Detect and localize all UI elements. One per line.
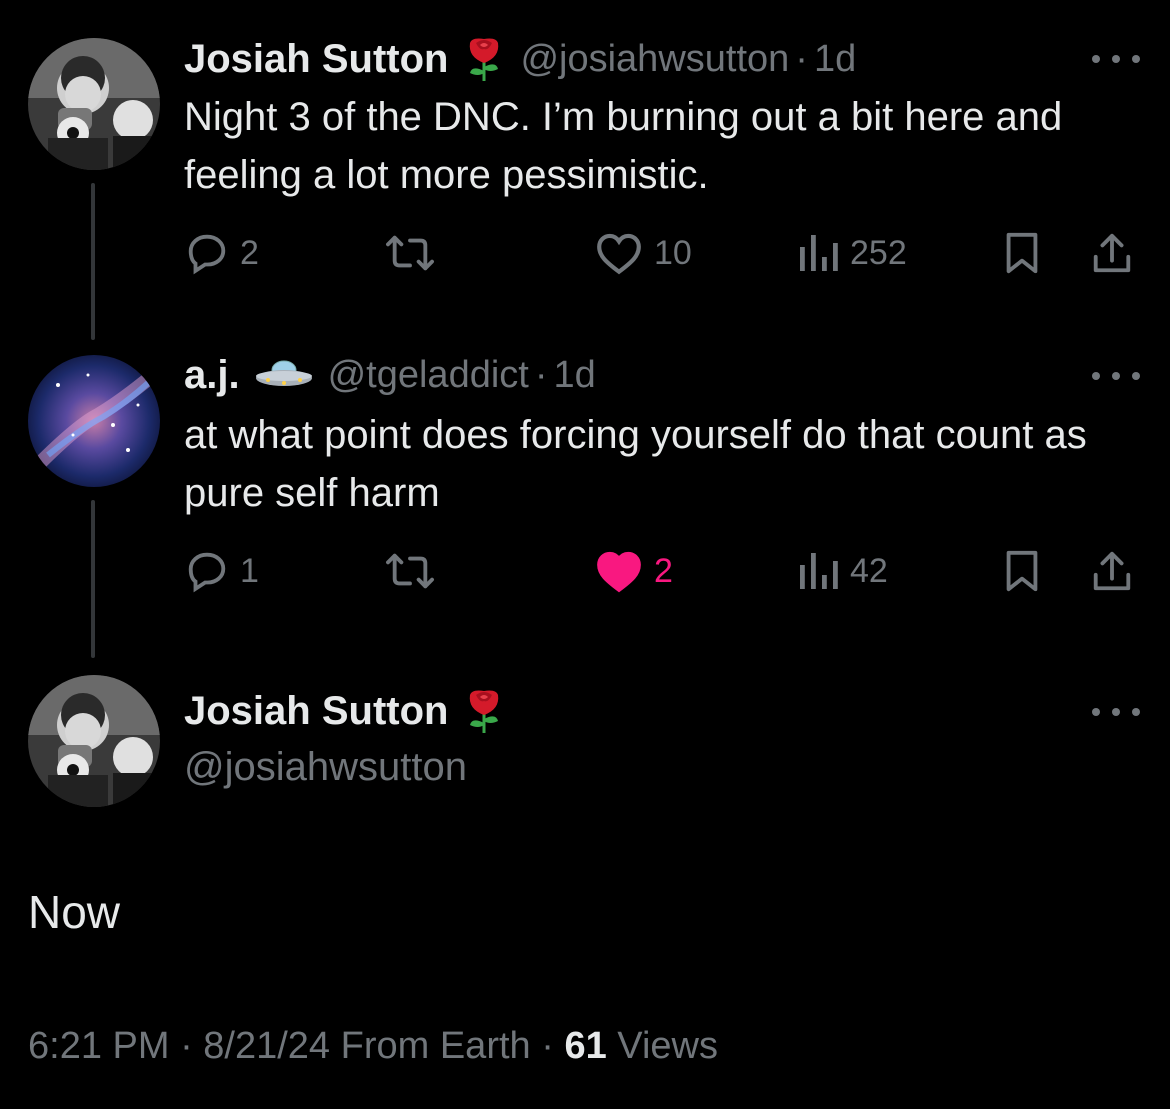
- retweet-button[interactable]: [384, 228, 446, 278]
- avatar[interactable]: [28, 38, 160, 170]
- bookmark-icon: [1006, 232, 1038, 274]
- retweet-button[interactable]: [384, 546, 446, 596]
- tweet-header: Josiah Sutton @josiahwsutton · 1d: [184, 34, 856, 84]
- views-icon: [800, 553, 838, 589]
- like-count: 10: [654, 233, 692, 272]
- more-options-icon[interactable]: [1092, 369, 1140, 383]
- heart-filled-icon: [597, 551, 641, 593]
- reply-count: 1: [240, 551, 259, 590]
- reply-button[interactable]: 2: [184, 228, 259, 278]
- tweet-actions: 2 10 252: [184, 228, 1144, 278]
- avatar[interactable]: [28, 675, 160, 807]
- thread-line: [91, 500, 95, 658]
- retweet-icon: [386, 553, 434, 589]
- reply-icon: [188, 234, 226, 275]
- tweet-time[interactable]: 1d: [814, 38, 856, 81]
- like-button[interactable]: 2: [594, 546, 673, 596]
- share-icon: [1093, 551, 1131, 591]
- views-label: Views: [617, 1025, 718, 1067]
- tweet-actions: 1 2 42: [184, 546, 1144, 596]
- more-options-icon[interactable]: [1092, 52, 1140, 66]
- bookmark-icon: [1006, 550, 1038, 592]
- reply-count: 2: [240, 233, 259, 272]
- separator: ·: [795, 37, 808, 80]
- handle[interactable]: @josiahwsutton: [184, 745, 467, 790]
- tweet-text: Now: [28, 886, 121, 938]
- reply-button[interactable]: 1: [184, 546, 259, 596]
- tweet-text: at what point does forcing yourself do t…: [184, 413, 1087, 515]
- views-count: 252: [850, 233, 907, 272]
- ufo-icon: [254, 358, 314, 392]
- thread-line: [91, 183, 95, 340]
- rose-icon: [462, 687, 506, 735]
- like-button[interactable]: 10: [594, 228, 692, 278]
- like-count: 2: [654, 551, 673, 590]
- reply-icon: [188, 552, 226, 593]
- tweet-time[interactable]: 1d: [554, 354, 596, 397]
- tweet-text: Night 3 of the DNC. I’m burning out a bi…: [184, 95, 1063, 197]
- tweet-meta: 6:21 PM · 8/21/24 From Earth · 61 Views: [28, 1025, 718, 1068]
- heart-icon: [597, 233, 641, 275]
- views-icon: [800, 235, 838, 271]
- separator: ·: [534, 353, 548, 396]
- tweet-header: Josiah Sutton: [184, 686, 506, 736]
- conversation-thread: Josiah Sutton @josiahwsutton · 1d Night …: [0, 0, 1170, 1109]
- views-button[interactable]: 42: [796, 546, 888, 596]
- retweet-icon: [386, 235, 434, 271]
- tweet-header: a.j. @tgeladdict · 1d: [184, 350, 596, 400]
- bookmark-button[interactable]: [1002, 228, 1042, 278]
- display-name[interactable]: a.j.: [184, 353, 240, 398]
- share-icon: [1093, 233, 1131, 273]
- views-count: 61: [564, 1025, 607, 1067]
- share-button[interactable]: [1090, 546, 1134, 596]
- handle[interactable]: @tgeladdict: [328, 354, 529, 397]
- more-options-icon[interactable]: [1092, 705, 1140, 719]
- views-button[interactable]: 252: [796, 228, 907, 278]
- bookmark-button[interactable]: [1002, 546, 1042, 596]
- handle[interactable]: @josiahwsutton: [520, 38, 789, 81]
- display-name[interactable]: Josiah Sutton: [184, 37, 448, 82]
- avatar[interactable]: [28, 355, 160, 487]
- timestamp[interactable]: 6:21 PM · 8/21/24 From Earth ·: [28, 1025, 564, 1067]
- views-count: 42: [850, 551, 888, 590]
- share-button[interactable]: [1090, 228, 1134, 278]
- rose-icon: [462, 35, 506, 83]
- display-name[interactable]: Josiah Sutton: [184, 689, 448, 734]
